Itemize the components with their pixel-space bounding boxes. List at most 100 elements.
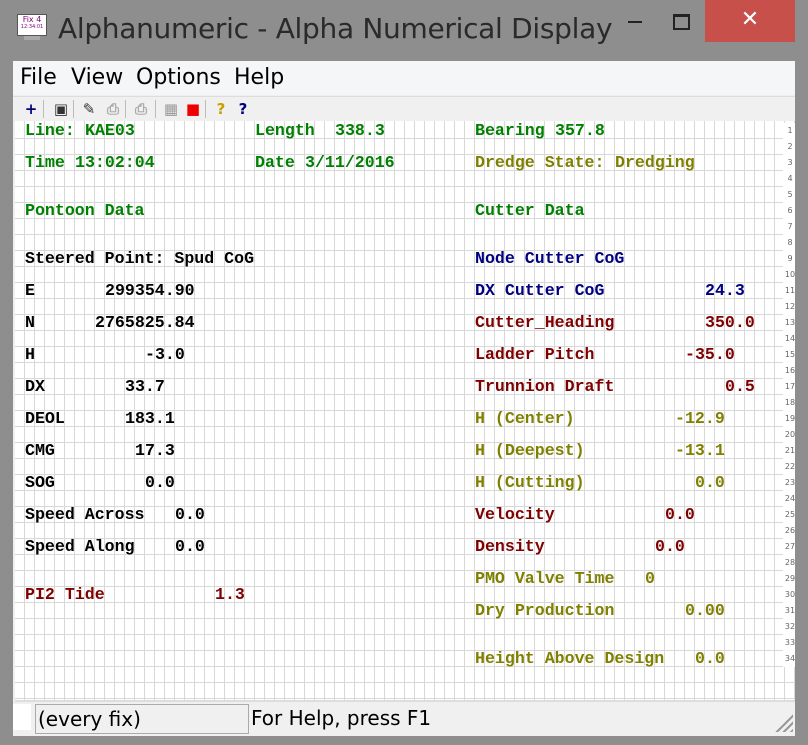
cutter-field-value: 0.0	[695, 649, 725, 668]
app-icon[interactable]: Fix 4 12:34:01	[17, 14, 47, 36]
cutter-field-label: DX Cutter CoG	[475, 281, 605, 300]
resize-grip[interactable]	[775, 714, 793, 732]
status-help-text: For Help, press F1	[251, 706, 432, 730]
row-number: 6	[783, 203, 795, 219]
row-number: 23	[783, 475, 795, 491]
pontoon-field-label: Speed Across	[25, 505, 145, 524]
row-number: 32	[783, 619, 795, 635]
cutter-data-heading: Cutter Data	[475, 201, 585, 220]
app-icon-stand	[24, 36, 40, 40]
row-number: 4	[783, 171, 795, 187]
pontoon-field-value: 183.1	[125, 409, 175, 428]
length-value: 338.3	[335, 121, 385, 140]
toolbar-separator	[125, 100, 126, 118]
minimize-icon	[628, 20, 642, 23]
menu-view[interactable]: View	[71, 65, 123, 90]
pontoon-field-label: N	[25, 313, 35, 332]
toolbar-separator	[155, 100, 156, 118]
pontoon-field-value: 1.3	[215, 585, 245, 604]
cutter-field-label: Dry Production	[475, 601, 615, 620]
status-indicator	[13, 704, 31, 730]
pontoon-field-value: 0.0	[145, 473, 175, 492]
row-number: 25	[783, 507, 795, 523]
print-preview-icon: ⎙	[134, 100, 147, 118]
dredge-state-value: Dredging	[615, 153, 695, 172]
colors-icon: ■	[185, 100, 201, 118]
date-label: Date	[255, 153, 295, 172]
print-icon: ⎙	[106, 100, 119, 118]
print-preview-button[interactable]: ⎙	[131, 99, 151, 119]
help-icon: ?	[216, 100, 226, 118]
row-number: 9	[783, 251, 795, 267]
length-label: Length	[255, 121, 315, 140]
pontoon-field-label: CMG	[25, 441, 55, 460]
close-button[interactable]: ✕	[705, 0, 795, 42]
cutter-field-value: 0.0	[655, 537, 685, 556]
client-area: File View Options Help + ▣ ✎ ⎙ ⎙ ▦ ■?? Line: K…	[13, 61, 795, 736]
cutter-field-label: Ladder Pitch	[475, 345, 595, 364]
cutter-field-value: 0	[645, 569, 655, 588]
row-number: 27	[783, 539, 795, 555]
help-button[interactable]: ?	[211, 99, 231, 119]
toolbar: + ▣ ✎ ⎙ ⎙ ▦ ■??	[13, 96, 795, 122]
cutter-field-value: -12.9	[675, 409, 725, 428]
menu-file[interactable]: File	[20, 65, 57, 90]
new-button[interactable]: +	[21, 99, 41, 119]
edit-window-icon: ▣	[53, 100, 69, 118]
cutter-field-label: Trunnion Draft	[475, 377, 615, 396]
status-bar: (every fix) For Help, press F1	[13, 703, 795, 736]
menu-options[interactable]: Options	[136, 65, 221, 90]
pontoon-field-value: 33.7	[125, 377, 165, 396]
context-help-icon: ?	[238, 100, 248, 118]
alphanumeric-display: Line: KAE03 Length 338.3 Bearing 357.8 T…	[15, 121, 795, 702]
pontoon-field-value: -3.0	[145, 345, 185, 364]
pontoon-field-value: 0.0	[175, 505, 205, 524]
cutter-field-label: Cutter_Heading	[475, 313, 615, 332]
row-number: 30	[783, 587, 795, 603]
grid-button[interactable]: ▦	[161, 99, 181, 119]
maximize-button[interactable]	[658, 0, 704, 42]
line-value: KAE03	[85, 121, 135, 140]
app-icon-text: Fix 4	[22, 15, 42, 24]
row-number: 17	[783, 379, 795, 395]
row-number: 22	[783, 459, 795, 475]
cutter-field-value: -35.0	[685, 345, 735, 364]
minimize-button[interactable]	[612, 0, 658, 42]
cutter-field-value: 0.0	[665, 505, 695, 524]
menu-help[interactable]: Help	[234, 65, 284, 90]
wizard-button[interactable]: ✎	[79, 99, 99, 119]
pontoon-field-value: 0.0	[175, 537, 205, 556]
title-bar: Fix 4 12:34:01 Alphanumeric - Alpha Numer…	[0, 0, 808, 60]
row-number: 28	[783, 555, 795, 571]
cutter-field-label: H (Center)	[475, 409, 575, 428]
row-number: 8	[783, 235, 795, 251]
row-number: 20	[783, 427, 795, 443]
pontoon-field-label: E	[25, 281, 35, 300]
cutter-field-label: Velocity	[475, 505, 555, 524]
cutter-field-value: 0.00	[685, 601, 725, 620]
steered-point: Steered Point: Spud CoG	[25, 249, 255, 268]
pontoon-field-value: 299354.90	[105, 281, 195, 300]
cutter-field-value: 0.5	[725, 377, 755, 396]
pontoon-field-value: 17.3	[135, 441, 175, 460]
row-number: 1	[783, 123, 795, 139]
row-number: 11	[783, 283, 795, 299]
row-number: 26	[783, 523, 795, 539]
cutter-field-label: Height Above Design	[475, 649, 665, 668]
window-title: Alphanumeric - Alpha Numerical Display	[58, 12, 613, 45]
wizard-icon: ✎	[82, 100, 96, 118]
print-button[interactable]: ⎙	[103, 99, 123, 119]
menu-bar: File View Options Help	[13, 61, 795, 95]
context-help-button[interactable]: ?	[233, 99, 253, 119]
cutter-field-value: -13.1	[675, 441, 725, 460]
edit-window-button[interactable]: ▣	[51, 99, 71, 119]
row-number: 12	[783, 299, 795, 315]
colors-button[interactable]: ■	[183, 99, 203, 119]
row-number: 31	[783, 603, 795, 619]
node-cutter-cog: Node Cutter CoG	[475, 249, 625, 268]
status-update-mode: (every fix)	[35, 704, 249, 734]
pontoon-field-label: Speed Along	[25, 537, 135, 556]
app-icon-time: 12:34:01	[20, 24, 44, 30]
dredge-state-label: Dredge State:	[475, 153, 605, 172]
row-number: 3	[783, 155, 795, 171]
